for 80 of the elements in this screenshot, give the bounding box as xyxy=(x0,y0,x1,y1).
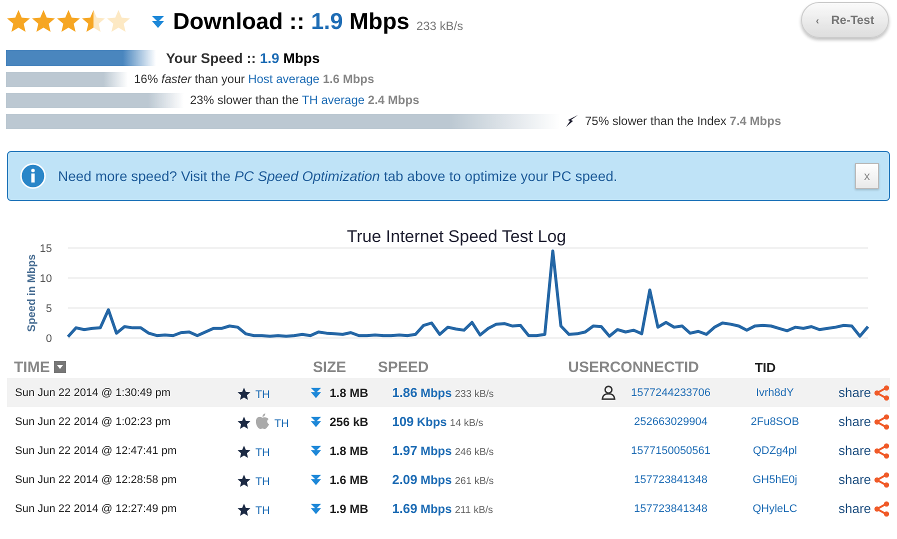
axis-tick-label: 15 xyxy=(40,243,52,255)
column-header[interactable]: TIME xyxy=(7,358,50,376)
share-button[interactable]: share xyxy=(838,414,890,430)
country-link[interactable]: TH xyxy=(274,418,289,430)
your-speed: Your Speed :: 1.9 Mbps xyxy=(166,50,320,66)
axis-title: Speed in Mbps xyxy=(26,254,38,332)
comparison-text: 75% slower than the Index 7.4 Mbps xyxy=(585,114,782,128)
column-header[interactable]: SIZE xyxy=(312,358,378,376)
test-id[interactable]: QDZg4pl xyxy=(725,444,824,456)
share-icon xyxy=(874,442,890,458)
connect-id[interactable]: 157723841348 xyxy=(616,474,726,486)
axis-tick-label: 0 xyxy=(46,333,52,345)
test-id[interactable]: QHyleLC xyxy=(725,502,824,514)
retest-button[interactable]: ‹ Re-Test xyxy=(801,2,889,38)
country-link[interactable]: TH xyxy=(255,446,270,458)
file-size: 1.8 MB xyxy=(330,386,370,400)
country-link[interactable]: TH xyxy=(255,504,270,516)
file-size: 1.8 MB xyxy=(330,444,370,458)
share-icon xyxy=(874,414,890,430)
test-speed: 1.69 Mbps 211 kB/s xyxy=(392,501,494,516)
test-speed: 2.09 Mbps 261 kB/s xyxy=(392,472,495,487)
test-id[interactable]: 2Fu8SOB xyxy=(725,416,824,428)
notice-text: Need more speed? Visit the PC Speed Optimization tab above to optimize your PC speed. xyxy=(58,168,618,184)
test-time: Sun Jun 22 2014 @ 12:27:49 pm xyxy=(14,502,178,514)
file-size: 1.6 MB xyxy=(330,472,370,486)
column-header[interactable]: TID xyxy=(754,360,776,374)
test-speed: 1.86 Mbps 233 kB/s xyxy=(392,385,495,400)
table-row[interactable]: Sun Jun 22 2014 @ 1:30:49 pm TH 1.8 MB 1.86 Mbps 233 kB/s 1577244233706 Ivrh8dY share xyxy=(7,378,890,407)
download-arrow-icon xyxy=(310,444,322,456)
lightning-icon xyxy=(565,114,579,128)
download-rate: 233 kB/s xyxy=(416,18,464,32)
share-button[interactable]: share xyxy=(838,500,890,516)
comparison-text: 16% faster than your Host average 1.6 Mbps xyxy=(134,72,374,86)
info-icon xyxy=(20,163,46,189)
close-button[interactable]: x xyxy=(855,163,879,189)
table-row[interactable]: Sun Jun 22 2014 @ 1:02:23 pm TH 256 kB 109 Kbps 14 kB/s 252663029904 2Fu8SOB share xyxy=(7,407,890,436)
star-icon xyxy=(237,416,252,430)
connect-id[interactable]: 157723841348 xyxy=(616,502,726,514)
file-size: 256 kB xyxy=(330,414,370,428)
dropdown-icon[interactable] xyxy=(54,361,66,373)
test-time: Sun Jun 22 2014 @ 1:02:23 pm xyxy=(14,416,172,428)
share-icon xyxy=(874,472,890,488)
test-time: Sun Jun 22 2014 @ 12:28:58 pm xyxy=(14,474,178,486)
connect-id[interactable]: 1577244233706 xyxy=(616,386,726,398)
file-size: 1.9 MB xyxy=(330,502,370,516)
axis-tick-label: 10 xyxy=(40,273,52,285)
share-icon xyxy=(874,500,890,516)
star-icon xyxy=(237,444,252,458)
axis-tick-label: 5 xyxy=(46,303,52,315)
comparison-text: 23% slower than the TH average 2.4 Mbps xyxy=(190,93,420,107)
download-arrow-icon xyxy=(310,416,322,428)
table-row[interactable]: Sun Jun 22 2014 @ 12:27:49 pm TH 1.9 MB 1.69 Mbps 211 kB/s 157723841348 QHyleLC share xyxy=(7,494,890,523)
test-id[interactable]: Ivrh8dY xyxy=(725,386,824,398)
download-arrow-icon xyxy=(151,14,165,28)
download-arrow-icon xyxy=(310,474,322,486)
test-time: Sun Jun 22 2014 @ 1:30:49 pm xyxy=(14,386,172,398)
connect-id[interactable]: 1577150050561 xyxy=(616,444,726,456)
share-button[interactable]: share xyxy=(838,442,890,458)
table-row[interactable]: Sun Jun 22 2014 @ 12:28:58 pm TH 1.6 MB 2.09 Mbps 261 kB/s 157723841348 GH5hE0j share xyxy=(7,465,890,494)
download-speed: Download :: 1.9 Mbps xyxy=(173,8,410,35)
star-icon xyxy=(237,502,252,516)
table-row[interactable]: Sun Jun 22 2014 @ 12:47:41 pm TH 1.8 MB 1.97 Mbps 246 kB/s 1577150050561 QDZg4pl share xyxy=(7,436,890,465)
share-button[interactable]: share xyxy=(838,472,890,488)
country-link[interactable]: TH xyxy=(255,388,270,400)
download-arrow-icon xyxy=(310,502,322,514)
column-header[interactable]: CONNECTID xyxy=(610,358,755,376)
column-header[interactable]: USER xyxy=(540,358,610,376)
download-arrow-icon xyxy=(310,386,322,398)
test-time: Sun Jun 22 2014 @ 12:47:41 pm xyxy=(14,444,178,456)
connect-id[interactable]: 252663029904 xyxy=(616,416,726,428)
star-icon xyxy=(237,386,252,400)
chart-title: True Internet Speed Test Log xyxy=(346,227,568,247)
test-speed: 109 Kbps 14 kB/s xyxy=(392,414,484,429)
share-icon xyxy=(874,384,890,400)
share-button[interactable]: share xyxy=(838,384,890,400)
country-link[interactable]: TH xyxy=(255,476,270,488)
test-speed: 1.97 Mbps 246 kB/s xyxy=(392,443,495,458)
column-header[interactable]: SPEED xyxy=(378,358,540,376)
test-id[interactable]: GH5hE0j xyxy=(725,474,824,486)
star-icon xyxy=(237,474,252,488)
